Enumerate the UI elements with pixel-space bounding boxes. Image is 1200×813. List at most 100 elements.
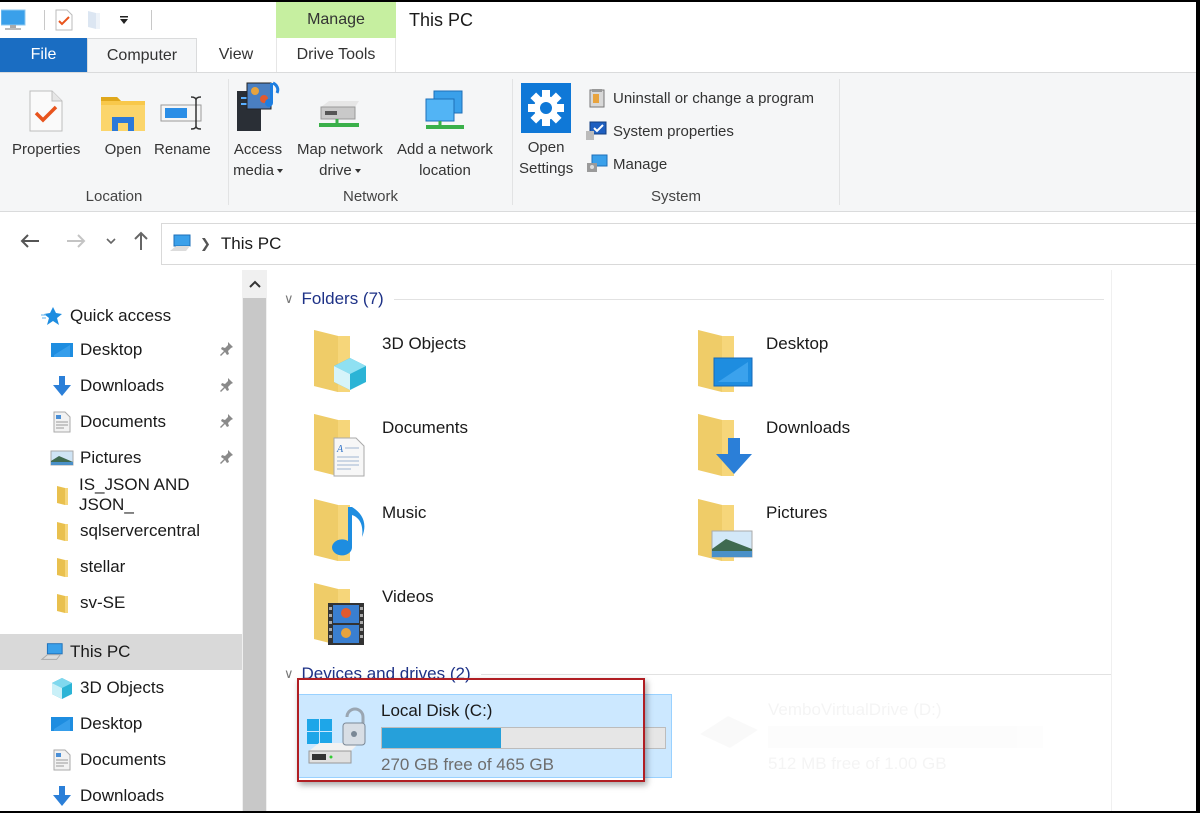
nav-item-sv-se[interactable]: sv-SE (0, 585, 242, 621)
nav-item-this-pc[interactable]: This PC (0, 634, 242, 670)
pin-icon[interactable] (220, 377, 234, 398)
recent-locations-button[interactable] (99, 229, 123, 253)
open-button[interactable]: Open (98, 81, 148, 160)
nav-pane-scrollbar[interactable] (242, 270, 267, 811)
folder-label: Downloads (766, 418, 851, 437)
drive-name: Local Disk (C:) (381, 701, 493, 720)
ribbon-group-divider (839, 79, 840, 205)
system-properties-button[interactable]: System properties (586, 120, 734, 142)
folders-header-label: Folders (7) (301, 289, 384, 308)
nav-item-quick-access[interactable]: Quick access (0, 298, 242, 334)
open-settings-button[interactable]: Open Settings (519, 83, 573, 179)
forward-button[interactable] (64, 229, 88, 253)
ribbon-group-network: Access media Map network drive Add a netwo… (229, 73, 512, 211)
drives-group-header[interactable]: ∨ Devices and drives (2) (284, 663, 1111, 685)
add-network-location-label: Add a network location (397, 139, 493, 181)
drive-free-space: 512 MB free of 1.00 GB (768, 754, 947, 773)
tab-file[interactable]: File (0, 38, 87, 72)
tab-view[interactable]: View (197, 38, 275, 72)
folder-tile-pictures[interactable]: Pictures (696, 497, 1056, 577)
map-network-drive-button[interactable]: Map network drive (297, 81, 383, 181)
properties-label: Properties (12, 141, 81, 158)
add-network-location-button[interactable]: Add a network location (397, 81, 493, 181)
back-button[interactable] (18, 229, 42, 253)
drive-usage-fill (382, 728, 501, 748)
nav-item-downloads[interactable]: Downloads (0, 368, 242, 404)
nav-item-desktop[interactable]: Desktop (0, 332, 242, 368)
rename-button[interactable]: Rename (154, 81, 211, 160)
uninstall-icon (586, 87, 608, 109)
scroll-up-button[interactable] (242, 270, 267, 298)
folder-tile-downloads[interactable]: Downloads (696, 412, 1056, 492)
scroll-thumb[interactable] (243, 298, 266, 811)
pin-icon[interactable] (220, 413, 234, 434)
folder-label: Videos (382, 587, 434, 606)
drive-tile-vembo-virtual-drive-d[interactable]: VemboVirtualDrive (D:) 512 MB free of 1.… (688, 694, 1058, 778)
computer-icon[interactable] (0, 9, 28, 31)
open-settings-label-line2: Settings (519, 160, 574, 177)
nav-item-pictures[interactable]: Pictures (0, 440, 242, 476)
folder-label: Pictures (766, 503, 828, 522)
open-folder-icon (98, 81, 148, 133)
locked-drive-icon (307, 707, 366, 764)
rename-label: Rename (154, 141, 211, 158)
manage-button[interactable]: Manage (586, 153, 667, 175)
breadcrumb-separator-icon[interactable]: ❯ (200, 236, 211, 252)
3d-objects-folder-icon (312, 328, 370, 392)
folder-tile-documents[interactable]: A Documents (312, 412, 672, 492)
nav-item-sqlservercentral[interactable]: sqlservercentral (0, 513, 242, 549)
group-label-location: Location (85, 188, 143, 205)
downloads-folder-icon (696, 412, 754, 476)
drive-tile-local-disk-c[interactable]: Local Disk (C:) 270 GB free of 465 GB (298, 694, 672, 778)
customize-dropdown-icon[interactable] (113, 9, 135, 31)
window-title: This PC (409, 10, 474, 30)
uninstall-program-button[interactable]: Uninstall or change a program (586, 87, 814, 109)
folder-icon (50, 555, 74, 579)
nav-item-label: 3D Objects (80, 678, 165, 697)
breadcrumb-this-pc[interactable]: This PC (221, 234, 281, 254)
map-network-drive-label-line1: Map network (297, 141, 383, 158)
nav-item-label: Documents (80, 412, 166, 431)
nav-item-documents[interactable]: Documents (0, 404, 242, 440)
content-pane: ∨ Folders (7) 3D Objects Desktop A Document… (268, 270, 1196, 811)
pictures-folder-icon (696, 497, 754, 561)
nav-item-stellar[interactable]: stellar (0, 549, 242, 585)
address-bar[interactable]: ❯ This PC (161, 223, 1196, 265)
quick-access-toolbar (0, 2, 160, 38)
folder-tile-music[interactable]: Music (312, 497, 672, 577)
add-network-location-label-line1: Add a network (397, 141, 493, 158)
folder-tile-desktop[interactable]: Desktop (696, 328, 1056, 408)
nav-item-is-json-and-json[interactable]: IS_JSON AND JSON_ (0, 475, 242, 514)
ribbon-tabs: File Computer View Drive Tools (0, 38, 1196, 73)
properties-icon[interactable] (53, 9, 75, 31)
dropdown-caret-icon (354, 169, 361, 174)
tab-computer[interactable]: Computer (87, 38, 197, 73)
content-divider (1111, 270, 1112, 811)
folder-tile-3d-objects[interactable]: 3D Objects (312, 328, 672, 408)
up-button[interactable] (129, 229, 153, 253)
new-folder-icon[interactable] (83, 9, 105, 31)
nav-item-3d-objects[interactable]: 3D Objects (0, 670, 242, 706)
folders-group-header[interactable]: ∨ Folders (7) (284, 288, 1104, 310)
up-arrow-icon (134, 231, 148, 250)
computer-icon (170, 234, 191, 251)
file-explorer-window: Manage This PC File Computer View Drive … (0, 2, 1196, 811)
open-settings-label: Open Settings (519, 137, 573, 179)
nav-item-downloads[interactable]: Downloads (0, 778, 242, 811)
pin-icon[interactable] (220, 341, 234, 362)
title-bar: Manage This PC (0, 2, 1196, 38)
nav-item-label: This PC (70, 642, 131, 661)
drive-name: VemboVirtualDrive (D:) (768, 700, 942, 719)
access-media-button[interactable]: Access media (233, 81, 283, 181)
nav-item-desktop[interactable]: Desktop (0, 706, 242, 742)
map-network-drive-label-line2: drive (319, 162, 352, 179)
nav-item-documents[interactable]: Documents (0, 742, 242, 778)
3d-objects-icon (50, 676, 74, 700)
navigation-bar: ❯ This PC (0, 213, 1196, 267)
folder-tile-videos[interactable]: Videos (312, 581, 672, 661)
pin-icon[interactable] (220, 449, 234, 470)
properties-button[interactable]: Properties (12, 81, 80, 160)
recent-locations-chevron-icon (106, 238, 116, 245)
tab-drive-tools[interactable]: Drive Tools (276, 38, 396, 72)
access-media-label-line2: media (233, 162, 274, 179)
